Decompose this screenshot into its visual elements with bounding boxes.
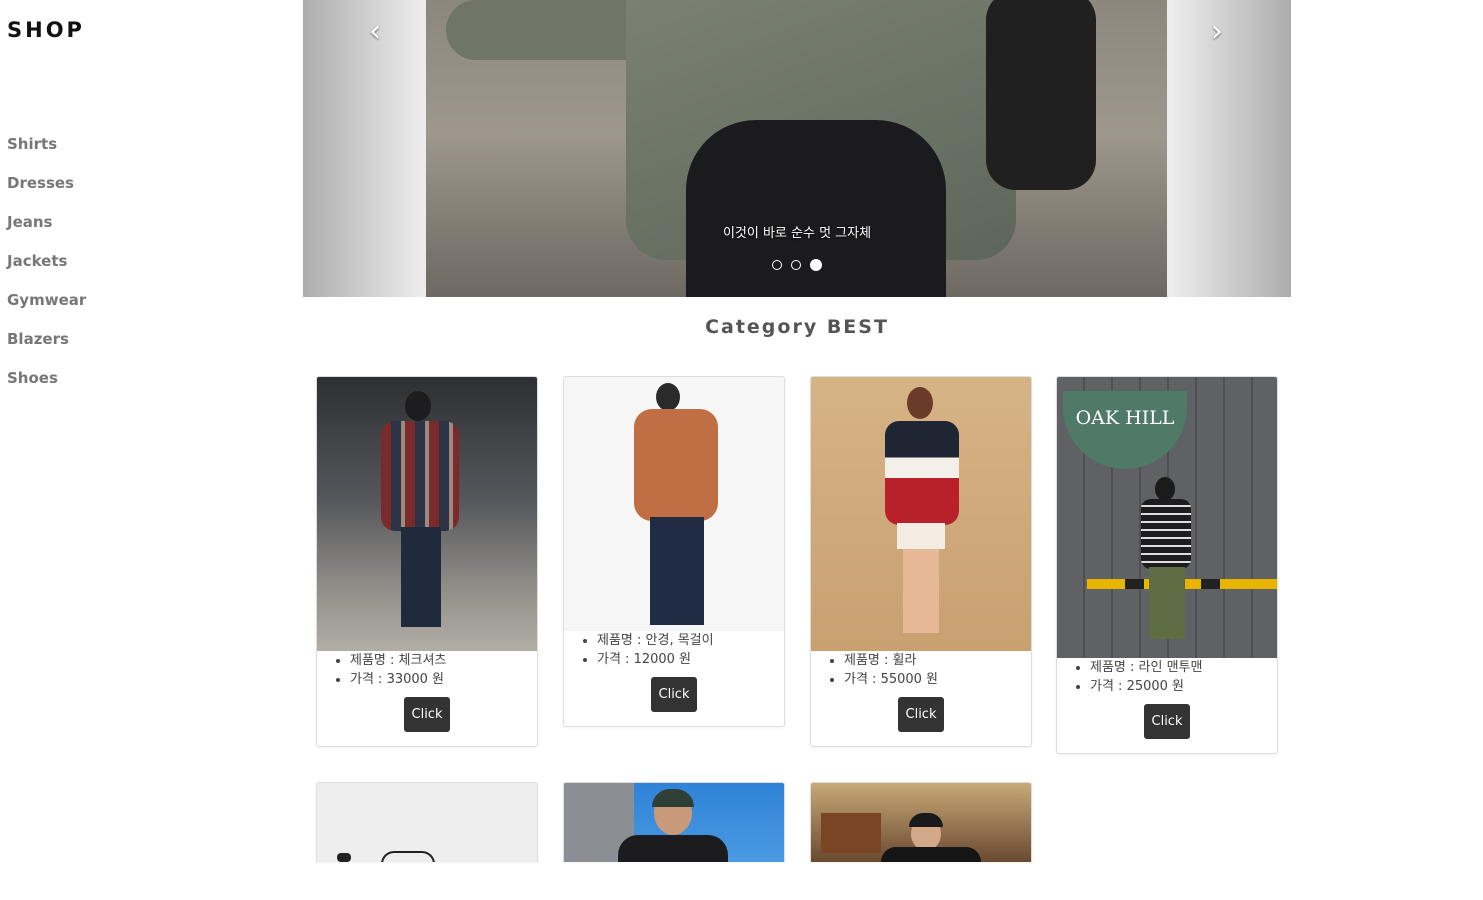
product-card: 제품명 : 휠라 가격 : 55000 원 Click: [810, 376, 1032, 747]
figure-head: [405, 391, 431, 421]
carousel-indicator-1[interactable]: [771, 259, 782, 270]
carousel-slide-image: [426, 0, 1167, 297]
product-name: 제품명 : 안경, 목걸이: [597, 631, 784, 650]
product-name: 제품명 : 라인 맨투맨: [1090, 658, 1277, 677]
product-image[interactable]: [564, 377, 784, 631]
product-price: 가격 : 33000 원: [350, 670, 537, 689]
category-nav: Shirts Dresses Jeans Jackets Gymwear Bla…: [7, 132, 86, 405]
figure-skirt: [897, 523, 945, 549]
oak-hill-sign: OAK HILL: [1063, 391, 1187, 469]
product-card: 제품명 : 체크셔츠 가격 : 33000 원 Click: [316, 376, 538, 747]
product-image[interactable]: [811, 377, 1031, 651]
product-price: 가격 : 55000 원: [844, 670, 1031, 689]
figure-cargo-pants: [1149, 567, 1185, 639]
carousel-next-icon[interactable]: ›: [1202, 16, 1232, 48]
product-image[interactable]: [317, 377, 537, 651]
nav-item-jackets[interactable]: Jackets: [7, 249, 86, 288]
product-price: 가격 : 25000 원: [1090, 677, 1277, 696]
product-info-list: 제품명 : 라인 맨투맨 가격 : 25000 원: [1057, 658, 1277, 696]
product-card: [316, 782, 538, 862]
figure-jeans: [401, 527, 441, 627]
product-image[interactable]: [564, 783, 784, 862]
product-price: 가격 : 12000 원: [597, 650, 784, 669]
product-card: OAK HILL 제품명 : 라인 맨투맨 가격 : 25000 원 Click: [1056, 376, 1278, 754]
figure-beanie: [909, 813, 943, 827]
product-click-button[interactable]: Click: [404, 697, 450, 732]
product-image[interactable]: [317, 783, 537, 862]
product-name: 제품명 : 휠라: [844, 651, 1031, 670]
carousel-caption: 이것이 바로 순수 멋 그자체: [722, 226, 872, 241]
product-image[interactable]: OAK HILL: [1057, 377, 1277, 658]
carousel-indicator-2[interactable]: [791, 259, 801, 270]
product-card: 제품명 : 안경, 목걸이 가격 : 12000 원 Click: [563, 376, 785, 727]
figure-sweater: [1141, 499, 1191, 569]
carousel-indicator-3[interactable]: [810, 258, 823, 271]
figure-beanie: [652, 789, 694, 807]
carousel-prev-icon[interactable]: ‹: [360, 16, 390, 48]
figure-orange-sweater: [634, 409, 718, 521]
figure-head: [1155, 477, 1175, 501]
product-info-list: 제품명 : 휠라 가격 : 55000 원: [811, 651, 1031, 689]
figure-head: [907, 387, 933, 419]
nav-item-shirts[interactable]: Shirts: [7, 132, 86, 171]
figure-jeans: [650, 517, 704, 625]
figure-head: [656, 383, 680, 411]
figure-jacket: [881, 847, 981, 862]
section-title: Category BEST: [705, 316, 889, 338]
shoe-shape: [337, 853, 351, 862]
carousel-indicators: [303, 254, 1291, 273]
brand-logo[interactable]: SHOP: [7, 18, 85, 42]
figure-fila-sweater: [885, 421, 959, 525]
oak-hill-sign-title: OAK HILL: [1075, 407, 1175, 429]
product-click-button[interactable]: Click: [898, 697, 944, 732]
product-info-list: 제품명 : 체크셔츠 가격 : 33000 원: [317, 651, 537, 689]
nav-item-jeans[interactable]: Jeans: [7, 210, 86, 249]
product-image[interactable]: [811, 783, 1031, 862]
nav-item-blazers[interactable]: Blazers: [7, 327, 86, 366]
cafe-table-shape: [821, 813, 881, 853]
shoe-shape: [381, 851, 435, 862]
figure-legs: [903, 549, 939, 633]
product-card: [810, 782, 1032, 862]
product-info-list: 제품명 : 안경, 목걸이 가격 : 12000 원: [564, 631, 784, 669]
figure-plaid-shirt: [381, 421, 459, 531]
nav-item-shoes[interactable]: Shoes: [7, 366, 86, 405]
hero-carousel: ‹ › 이것이 바로 순수 멋 그자체: [303, 0, 1291, 297]
slide-backpack-shape: [986, 0, 1096, 190]
product-name: 제품명 : 체크셔츠: [350, 651, 537, 670]
product-card: [563, 782, 785, 862]
nav-item-gymwear[interactable]: Gymwear: [7, 288, 86, 327]
product-click-button[interactable]: Click: [651, 677, 697, 712]
figure-jacket: [618, 835, 728, 862]
nav-item-dresses[interactable]: Dresses: [7, 171, 86, 210]
product-click-button[interactable]: Click: [1144, 704, 1190, 739]
